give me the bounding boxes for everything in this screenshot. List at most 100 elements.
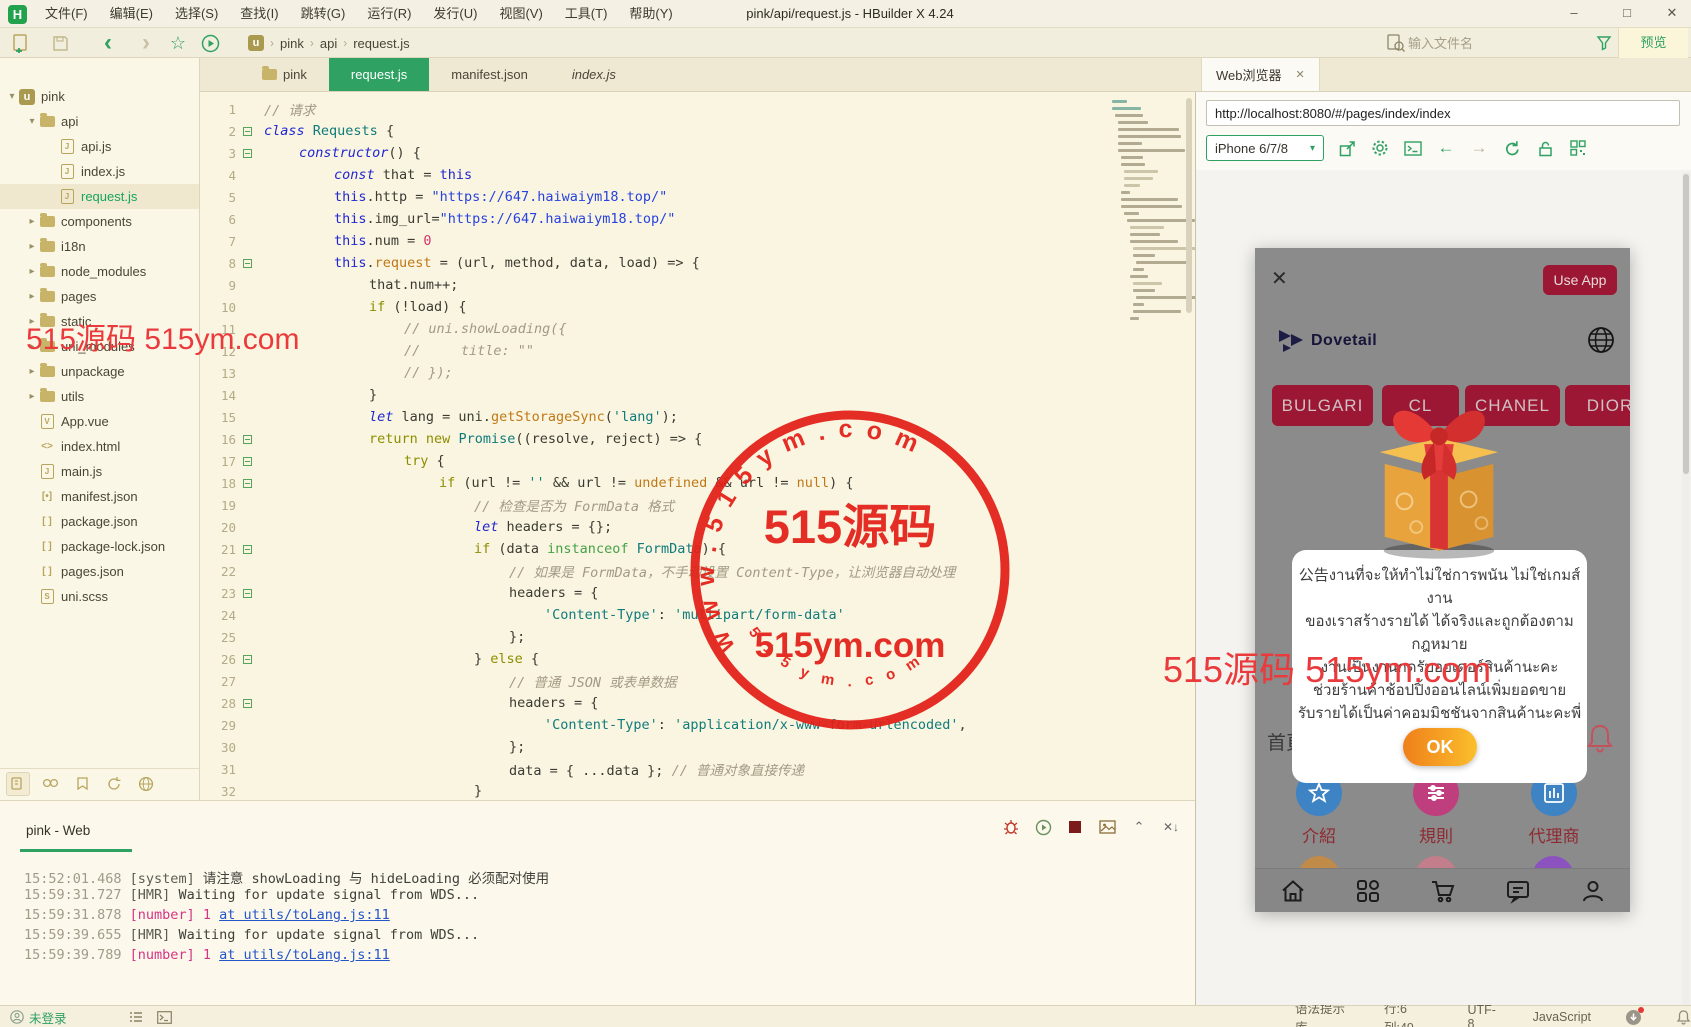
tree-item-package-lock-json[interactable]: [ ] package-lock.json [0,534,199,559]
back-icon[interactable]: ‹ [96,29,120,56]
encoding[interactable]: UTF-8 [1467,1003,1498,1027]
history-view-icon[interactable] [102,772,126,796]
minimize-button[interactable]: – [1552,0,1596,28]
menu-item-9[interactable]: 帮助(Y) [620,0,681,28]
qrcode-icon[interactable] [1568,138,1588,158]
use-app-button[interactable]: Use App [1543,265,1617,295]
tab-request-js[interactable]: request.js [328,58,430,91]
log-source-link[interactable]: at utils/toLang.js:11 [219,907,390,923]
search-input[interactable] [1408,32,1578,54]
fold-marker[interactable] [236,258,258,268]
search-view-icon[interactable] [38,772,62,796]
favorite-star-icon[interactable]: ☆ [166,31,190,55]
minimap[interactable] [1112,92,1195,800]
fold-marker[interactable] [236,148,258,158]
menu-item-0[interactable]: 文件(F) [36,0,97,28]
run-icon[interactable] [198,31,222,55]
menu-item-1[interactable]: 编辑(E) [101,0,162,28]
collapse-panel-icon[interactable]: ⌃ [1129,817,1149,837]
tree-item-api[interactable]: ▾ api [0,109,199,134]
marks-view-icon[interactable] [70,772,94,796]
browser-refresh-icon[interactable] [1502,138,1522,158]
console-terminal-icon[interactable] [1403,138,1423,158]
menu-item-7[interactable]: 视图(V) [490,0,551,28]
tree-item-pages-json[interactable]: [ ] pages.json [0,559,199,584]
tree-item-package-json[interactable]: [ ] package.json [0,509,199,534]
console-tab[interactable]: pink - Web [26,823,90,838]
ok-button[interactable]: OK [1403,728,1477,766]
globe-view-icon[interactable] [134,772,158,796]
browser-back-icon[interactable]: ← [1436,138,1456,158]
menu-item-3[interactable]: 查找(I) [231,0,287,28]
fold-marker[interactable] [236,478,258,488]
tree-item-static[interactable]: ▸ static [0,309,199,334]
fold-marker[interactable] [236,456,258,466]
clear-console-icon[interactable]: ✕↓ [1161,817,1181,837]
tree-item-index-js[interactable]: Jindex.js [0,159,199,184]
restart-run-icon[interactable] [1033,817,1053,837]
tree-item-request-js[interactable]: Jrequest.js [0,184,199,209]
chevron-right-icon[interactable]: ▸ [26,266,38,277]
nav-categories-icon[interactable] [1354,877,1382,905]
forward-icon[interactable]: › [134,29,158,56]
nav-cart-icon[interactable] [1429,877,1457,905]
chevron-right-icon[interactable]: ▸ [26,216,38,227]
chevron-down-icon[interactable]: ▾ [26,116,38,127]
tab-manifest-json[interactable]: manifest.json [429,58,550,91]
menu-item-6[interactable]: 发行(U) [424,0,486,28]
chevron-right-icon[interactable]: ▸ [26,316,38,327]
tree-item-main-js[interactable]: Jmain.js [0,459,199,484]
debug-bug-icon[interactable] [1001,817,1021,837]
chevron-right-icon[interactable]: ▸ [26,366,38,377]
preview-button[interactable]: 预览 [1618,28,1688,58]
nav-profile-icon[interactable] [1579,877,1607,905]
login-status[interactable]: 未登录 [10,1008,67,1027]
fold-marker[interactable] [236,434,258,444]
close-button[interactable]: ✕ [1650,0,1691,28]
tree-item-manifest-json[interactable]: [•] manifest.json [0,484,199,509]
device-select[interactable]: iPhone 6/7/8 ▾ [1206,135,1324,161]
tree-item-uni-modules[interactable]: ▸ uni_modules [0,334,199,359]
menu-item-5[interactable]: 运行(R) [358,0,420,28]
notice-bell-icon[interactable] [1585,722,1615,759]
chevron-down-icon[interactable]: ▾ [6,91,18,102]
tree-item-unpackage[interactable]: ▸ unpackage [0,359,199,384]
tree-item-node-modules[interactable]: ▸ node_modules [0,259,199,284]
maximize-button[interactable]: □ [1605,0,1649,28]
breadcrumb-folder[interactable]: api [320,36,337,51]
fold-marker[interactable] [236,544,258,554]
tree-item-i18n[interactable]: ▸ i18n [0,234,199,259]
browser-scrollbar-thumb[interactable] [1683,174,1689,474]
menu-item-8[interactable]: 工具(T) [556,0,617,28]
tree-item-api-js[interactable]: Japi.js [0,134,199,159]
tab-pink[interactable]: pink [240,58,329,91]
menu-item-4[interactable]: 跳转(G) [292,0,355,28]
tree-item-app-vue[interactable]: V App.vue [0,409,199,434]
filter-icon[interactable] [1592,31,1616,55]
outline-icon[interactable] [129,1011,143,1024]
log-source-link[interactable]: at utils/toLang.js:11 [219,947,390,963]
browser-forward-icon[interactable]: → [1469,138,1489,158]
breadcrumb-project[interactable]: pink [280,36,304,51]
tree-item-index-html[interactable]: <> index.html [0,434,199,459]
fold-marker[interactable] [236,126,258,136]
editor-scrollbar[interactable] [1186,98,1192,313]
tree-item-pages[interactable]: ▸ pages [0,284,199,309]
chevron-right-icon[interactable]: ▸ [26,291,38,302]
fold-marker[interactable] [236,654,258,664]
fold-marker[interactable] [236,588,258,598]
breadcrumb-file[interactable]: request.js [353,36,409,51]
chevron-right-icon[interactable]: ▸ [26,341,38,352]
language-mode[interactable]: JavaScript [1533,1010,1591,1024]
terminal-status-icon[interactable] [156,1010,172,1024]
unlock-icon[interactable] [1535,138,1555,158]
save-icon[interactable] [48,31,72,55]
nav-home-icon[interactable] [1279,877,1307,905]
chevron-right-icon[interactable]: ▸ [26,241,38,252]
update-download-icon[interactable] [1625,1006,1644,1026]
brand-button-bulgari[interactable]: BULGARI [1272,385,1373,426]
export-image-icon[interactable] [1097,817,1117,837]
settings-gear-icon[interactable] [1370,138,1390,158]
page-close-icon[interactable]: ✕ [1271,266,1288,291]
tab-web-browser[interactable]: Web浏览器 ✕ [1201,58,1320,91]
